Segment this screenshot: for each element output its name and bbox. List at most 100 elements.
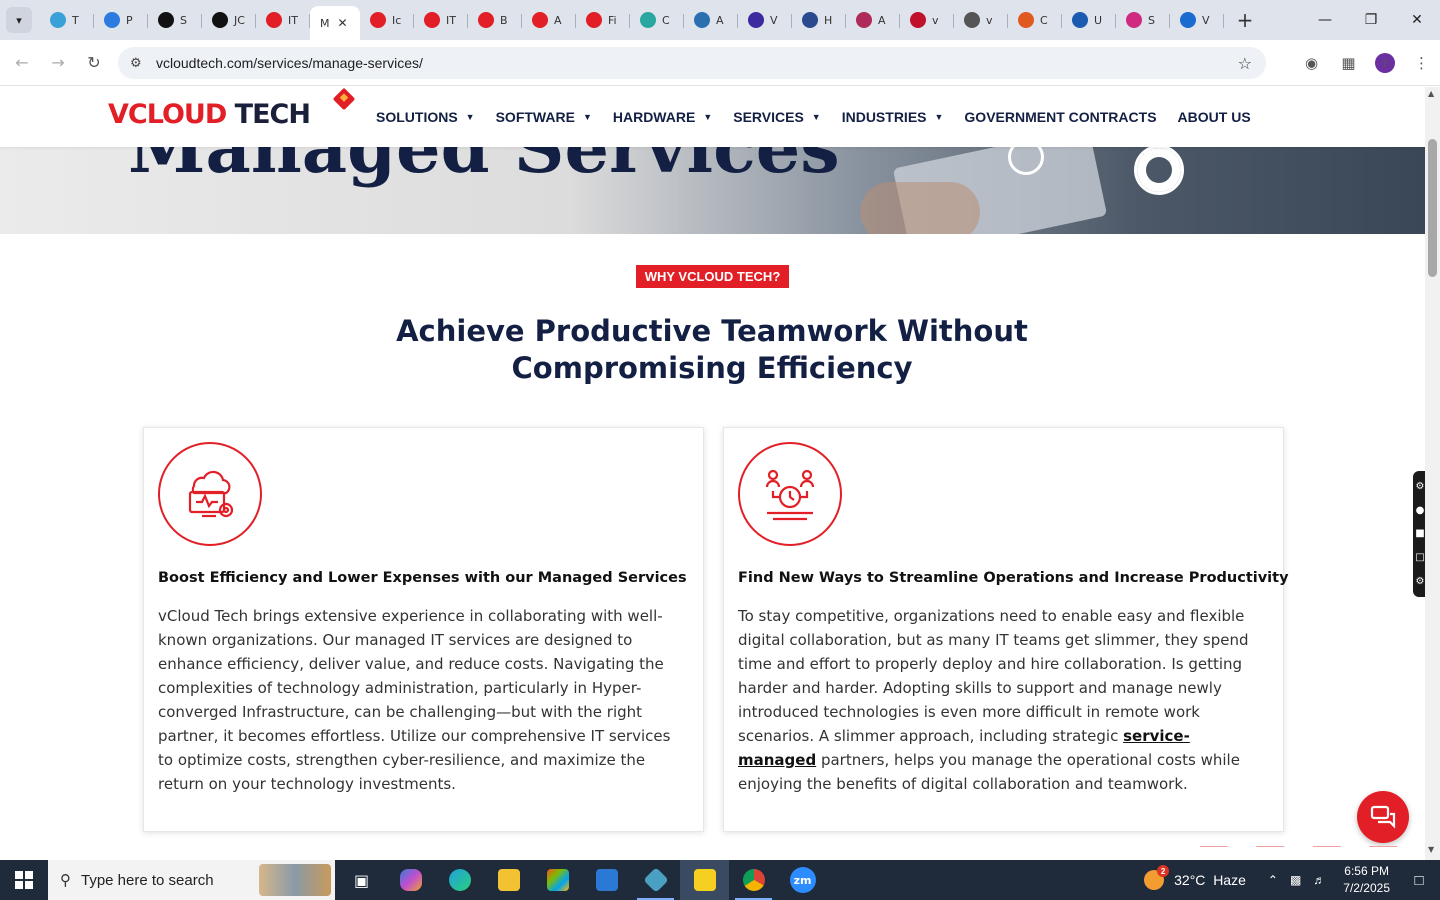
- browser-tab[interactable]: S: [148, 4, 202, 36]
- profile-avatar[interactable]: t: [1375, 53, 1395, 73]
- browser-tab[interactable]: JC: [202, 4, 256, 36]
- bookmark-star-icon[interactable]: ☆: [1238, 54, 1252, 73]
- site-header: VCLOUD TECH SOLUTIONS ▼ SOFTWARE ▼ HARDWARE ▼…: [0, 87, 1425, 147]
- caret-down-icon: ▼: [703, 112, 713, 122]
- browser-tab[interactable]: V: [738, 4, 792, 36]
- translate-icon[interactable]: ◉: [1293, 54, 1330, 72]
- system-clock[interactable]: 6:56 PM 7/2/2025: [1343, 863, 1390, 897]
- taskbar-search[interactable]: ⚲ Type here to search: [48, 860, 335, 900]
- task-view-icon[interactable]: ▣: [337, 860, 386, 900]
- edge-icon[interactable]: [435, 860, 484, 900]
- sticky-notes-icon[interactable]: [680, 860, 729, 900]
- browser-tab[interactable]: B: [468, 4, 522, 36]
- window-controls: — ❐ ✕: [1302, 0, 1440, 40]
- tab-label: Ic: [392, 13, 402, 27]
- reload-icon[interactable]: ↻: [76, 53, 112, 72]
- browser-tab[interactable]: C: [1008, 4, 1062, 36]
- browser-tab[interactable]: T: [40, 4, 94, 36]
- browser-tab[interactable]: C: [630, 4, 684, 36]
- zoom-icon[interactable]: zm: [778, 860, 827, 900]
- browser-tab[interactable]: A: [684, 4, 738, 36]
- team-clock-icon: [738, 442, 842, 546]
- nav-item-about-us[interactable]: ABOUT US: [1178, 109, 1251, 125]
- close-window-icon[interactable]: ✕: [1394, 0, 1440, 40]
- forward-arrow-icon[interactable]: →: [40, 53, 76, 72]
- browser-tab[interactable]: A: [846, 4, 900, 36]
- browser-tab[interactable]: IT: [414, 4, 468, 36]
- scrollbar-thumb[interactable]: [1428, 139, 1437, 277]
- site-logo[interactable]: VCLOUD TECH: [108, 99, 311, 130]
- tab-label: IT: [288, 13, 298, 27]
- window-icon[interactable]: □: [1415, 552, 1424, 563]
- mail-icon[interactable]: [582, 860, 631, 900]
- nav-item-hardware[interactable]: HARDWARE ▼: [613, 109, 712, 125]
- tab-search-button[interactable]: ▾: [6, 7, 32, 33]
- back-arrow-icon[interactable]: ←: [4, 53, 40, 72]
- browser-toolbar: ← → ↻ ⚙ vcloudtech.com/services/manage-s…: [0, 40, 1440, 86]
- tab-label: P: [126, 13, 133, 27]
- target-icon: [1134, 145, 1184, 195]
- hero-hand-image: [860, 182, 980, 234]
- browser-tab[interactable]: Fi: [576, 4, 630, 36]
- browser-tab[interactable]: Ic: [360, 4, 414, 36]
- clock-date: 7/2/2025: [1343, 881, 1390, 895]
- tab-favicon-icon: [50, 12, 66, 28]
- chrome-icon[interactable]: [729, 860, 778, 900]
- settings-icon[interactable]: ⚙: [1416, 481, 1425, 492]
- browser-tab[interactable]: v: [954, 4, 1008, 36]
- nav-item-government-contracts[interactable]: GOVERNMENT CONTRACTS: [964, 109, 1156, 125]
- address-bar[interactable]: ⚙ vcloudtech.com/services/manage-service…: [118, 47, 1266, 79]
- volume-icon[interactable]: ♬: [1313, 873, 1325, 887]
- feature-card-operations: Find New Ways to Streamline Operations a…: [723, 427, 1289, 832]
- gear-icon[interactable]: ⚙: [1416, 576, 1425, 587]
- browser-tab[interactable]: M ✕: [310, 6, 360, 40]
- chat-button[interactable]: [1357, 791, 1409, 843]
- browser-tab[interactable]: V: [1170, 4, 1224, 36]
- tab-label: C: [1040, 13, 1048, 27]
- notifications-icon[interactable]: □: [1404, 872, 1434, 889]
- browser-tab[interactable]: v: [900, 4, 954, 36]
- weather-temp: 32°C: [1174, 872, 1206, 888]
- scroll-up-icon[interactable]: ▲: [1428, 89, 1434, 98]
- headline-line-2: Compromising Efficiency: [511, 351, 913, 385]
- chevron-up-icon[interactable]: ⌃: [1268, 873, 1278, 887]
- extensions-icon[interactable]: ▦: [1330, 54, 1367, 72]
- nav-item-software[interactable]: SOFTWARE ▼: [496, 109, 592, 125]
- weather-widget[interactable]: 2 32°C Haze: [1144, 865, 1246, 890]
- browser-tab[interactable]: IT: [256, 4, 310, 36]
- tab-favicon-icon: [802, 12, 818, 28]
- logo-v: V: [108, 99, 129, 130]
- tab-favicon-icon: [1018, 12, 1034, 28]
- nav-item-industries[interactable]: INDUSTRIES ▼: [842, 109, 944, 125]
- tab-label: IT: [446, 13, 456, 27]
- scroll-down-icon[interactable]: ▼: [1428, 845, 1434, 854]
- nav-item-services[interactable]: SERVICES ▼: [733, 109, 820, 125]
- minimize-icon[interactable]: —: [1302, 0, 1348, 40]
- start-button[interactable]: [0, 860, 48, 900]
- new-tab-button[interactable]: +: [1230, 8, 1260, 32]
- tab-label: S: [180, 13, 187, 27]
- url-text[interactable]: vcloudtech.com/services/manage-services/: [156, 55, 423, 71]
- caret-down-icon: ▼: [934, 112, 944, 122]
- file-explorer-icon[interactable]: [484, 860, 533, 900]
- network-icon[interactable]: ▩: [1290, 873, 1301, 887]
- nav-item-solutions[interactable]: SOLUTIONS ▼: [376, 109, 475, 125]
- windows-taskbar: ⚲ Type here to search ▣ zm 2 32°C Haze ⌃…: [0, 860, 1440, 900]
- tab-favicon-icon: [694, 12, 710, 28]
- browser-tab[interactable]: A: [522, 4, 576, 36]
- copilot-icon[interactable]: [386, 860, 435, 900]
- store-icon[interactable]: [533, 860, 582, 900]
- close-tab-icon[interactable]: ✕: [338, 16, 348, 30]
- maximize-icon[interactable]: ❐: [1348, 0, 1394, 40]
- video-icon[interactable]: ■: [1415, 528, 1424, 539]
- browser-tab[interactable]: S: [1116, 4, 1170, 36]
- browser-tab[interactable]: P: [94, 4, 148, 36]
- page-scrollbar[interactable]: ▲ ▼: [1425, 87, 1440, 860]
- browser-menu-icon[interactable]: ⋮: [1403, 54, 1440, 72]
- site-info-icon[interactable]: ⚙: [130, 56, 156, 71]
- browser-tab[interactable]: U: [1062, 4, 1116, 36]
- app-diamond-icon[interactable]: [631, 860, 680, 900]
- card-title: Find New Ways to Streamline Operations a…: [738, 570, 1289, 586]
- camera-icon[interactable]: ●: [1416, 505, 1425, 516]
- browser-tab[interactable]: H: [792, 4, 846, 36]
